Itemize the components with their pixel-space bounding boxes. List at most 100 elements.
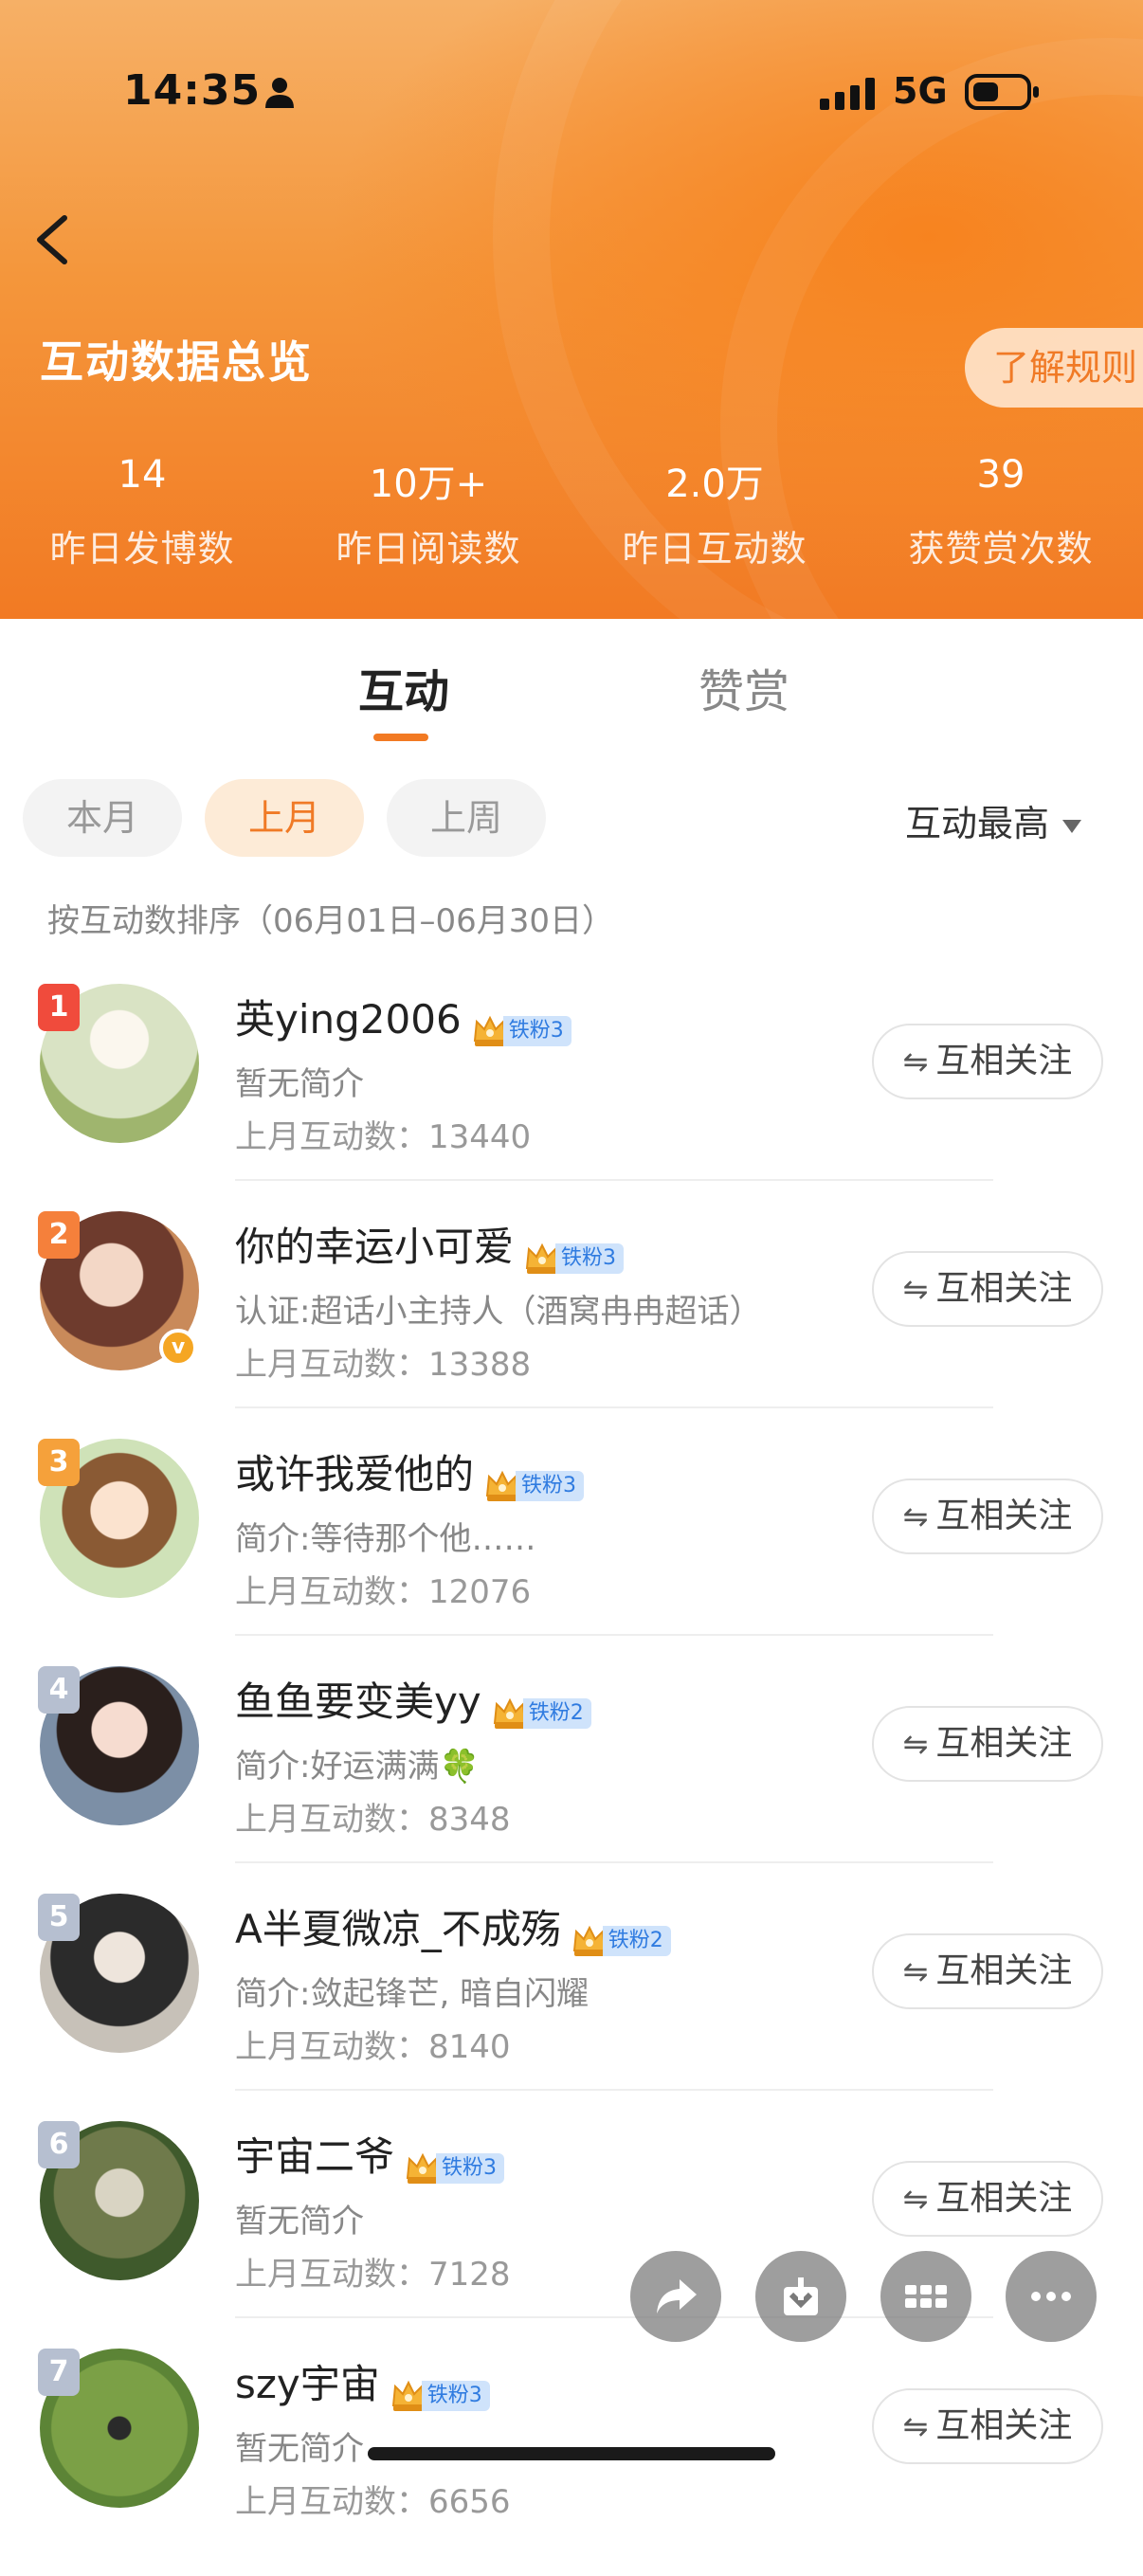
user-name[interactable]: 或许我爱他的 bbox=[235, 1451, 474, 1497]
mutual-arrows-icon: ⇋ bbox=[902, 1726, 929, 1762]
stat-value: 2.0万 bbox=[665, 463, 764, 506]
mutual-arrows-icon: ⇋ bbox=[902, 2181, 929, 2217]
sort-dropdown[interactable]: 互动最高 bbox=[905, 794, 1082, 846]
fan-badge: 铁粉3 bbox=[523, 1233, 625, 1274]
mutual-follow-button[interactable]: ⇋ 互相关注 bbox=[872, 1478, 1103, 1554]
mutual-follow-button[interactable]: ⇋ 互相关注 bbox=[872, 1251, 1103, 1327]
mutual-arrows-icon: ⇋ bbox=[902, 2408, 929, 2444]
download-icon bbox=[784, 2277, 818, 2315]
user-bio: 暂无简介 bbox=[235, 1065, 364, 1103]
user-name[interactable]: 鱼鱼要变美yy bbox=[235, 1678, 481, 1725]
follow-label: 互相关注 bbox=[935, 1951, 1073, 1990]
home-indicator bbox=[368, 2447, 775, 2460]
user-name-line: 鱼鱼要变美yy 铁粉2 bbox=[235, 1670, 591, 1729]
list-item[interactable]: 5 A半夏微凉_不成殇 铁粉2 简介:敛起锋芒, 暗自闪耀 上月互动数：8140 ⇋ 互相关… bbox=[0, 1894, 1143, 2121]
filter-last-month[interactable]: 上月 bbox=[205, 779, 364, 857]
fan-badge-label: 铁粉2 bbox=[602, 1926, 671, 1956]
stat-reads: 10万+ 昨日阅读数 bbox=[286, 453, 571, 571]
interaction-count: 上月互动数：13440 bbox=[235, 1118, 532, 1156]
mutual-follow-button[interactable]: ⇋ 互相关注 bbox=[872, 2161, 1103, 2237]
fan-badge-label: 铁粉3 bbox=[555, 1243, 625, 1274]
user-name-line: 宇宙二爷 铁粉3 bbox=[235, 2125, 505, 2184]
interaction-count: 上月互动数：8348 bbox=[235, 1801, 511, 1839]
list-item[interactable]: 1 英ying2006 铁粉3 暂无简介上月互动数：13440 ⇋ 互相关注 bbox=[0, 984, 1143, 1211]
share-icon bbox=[657, 2279, 697, 2313]
share-button[interactable] bbox=[630, 2251, 721, 2342]
download-button[interactable] bbox=[755, 2251, 846, 2342]
tab-interaction[interactable]: 互动 bbox=[358, 654, 449, 720]
list-item[interactable]: 2 v 你的幸运小可爱 铁粉3 认证:超话小主持人（酒窝冉冉超话） 上月互动数：13388… bbox=[0, 1211, 1143, 1439]
mutual-follow-button[interactable]: ⇋ 互相关注 bbox=[872, 2388, 1103, 2464]
rank-badge: 3 bbox=[38, 1439, 80, 1486]
more-button[interactable] bbox=[1006, 2251, 1097, 2342]
user-bio: 简介:好运满满🍀 bbox=[235, 1748, 480, 1786]
mutual-arrows-icon: ⇋ bbox=[902, 1498, 929, 1534]
interaction-count: 上月互动数：6656 bbox=[235, 2483, 511, 2521]
user-name[interactable]: 英ying2006 bbox=[235, 996, 462, 1043]
user-name[interactable]: 宇宙二爷 bbox=[235, 2133, 394, 2180]
fan-badge: 铁粉3 bbox=[483, 1460, 585, 1501]
rules-button[interactable]: 了解规则 bbox=[965, 328, 1143, 408]
page-title: 互动数据总览 bbox=[40, 336, 313, 388]
mutual-arrows-icon: ⇋ bbox=[902, 1271, 929, 1307]
stat-interactions: 2.0万 昨日互动数 bbox=[572, 453, 857, 571]
stat-value: 39 bbox=[976, 453, 1025, 497]
stat-value: 14 bbox=[118, 453, 167, 497]
verified-icon: v bbox=[159, 1329, 197, 1367]
user-name[interactable]: szy宇宙 bbox=[235, 2361, 380, 2407]
mutual-follow-button[interactable]: ⇋ 互相关注 bbox=[872, 1024, 1103, 1099]
stat-label: 昨日阅读数 bbox=[336, 528, 521, 570]
fan-badge-label: 铁粉3 bbox=[516, 1471, 585, 1501]
mutual-follow-button[interactable]: ⇋ 互相关注 bbox=[872, 1933, 1103, 2009]
sort-note: 按互动数排序（06月01日–06月30日） bbox=[47, 902, 615, 940]
fan-badge: 铁粉3 bbox=[404, 2143, 505, 2184]
interaction-count: 上月互动数：8140 bbox=[235, 2028, 511, 2066]
divider bbox=[235, 2089, 993, 2091]
rank-badge: 5 bbox=[38, 1894, 80, 1941]
user-bio: 暂无简介 bbox=[235, 2430, 364, 2468]
divider bbox=[235, 2316, 993, 2318]
list-item[interactable]: 7 szy宇宙 铁粉3 暂无简介上月互动数：6656 ⇋ 互相关注 bbox=[0, 2349, 1143, 2576]
user-bio: 简介:等待那个他…… bbox=[235, 1520, 536, 1558]
mutual-follow-button[interactable]: ⇋ 互相关注 bbox=[872, 1706, 1103, 1782]
fan-badge-label: 铁粉3 bbox=[436, 2153, 505, 2184]
header-banner: 14:35 5G 互动数据总览 了解规则 14 昨日发博数 10万+ 昨日阅读数… bbox=[0, 0, 1143, 619]
sort-label: 互动最高 bbox=[905, 803, 1050, 844]
rank-badge: 4 bbox=[38, 1666, 80, 1714]
stat-posts: 14 昨日发博数 bbox=[0, 453, 284, 571]
list-item[interactable]: 6 宇宙二爷 铁粉3 暂无简介 上月互动数：7128 ⇋ 互相关注 bbox=[0, 2121, 1143, 2349]
follow-label: 互相关注 bbox=[935, 1269, 1073, 1308]
person-icon bbox=[263, 76, 296, 114]
fan-badge: 铁粉3 bbox=[471, 1006, 572, 1046]
tab-tips[interactable]: 赞赏 bbox=[698, 654, 789, 720]
fan-badge: 铁粉3 bbox=[390, 2370, 490, 2411]
filter-last-week[interactable]: 上周 bbox=[387, 779, 546, 857]
divider bbox=[235, 1406, 993, 1408]
active-tab-indicator bbox=[373, 734, 428, 741]
mutual-arrows-icon: ⇋ bbox=[902, 1043, 929, 1079]
more-icon bbox=[1031, 2292, 1071, 2301]
list-item[interactable]: 3 或许我爱他的 铁粉3 简介:等待那个他…… 上月互动数：12076 ⇋ 互相关注 bbox=[0, 1439, 1143, 1666]
follow-label: 互相关注 bbox=[935, 1497, 1073, 1535]
user-bio: 简介:敛起锋芒, 暗自闪耀 bbox=[235, 1975, 590, 2013]
battery-icon bbox=[965, 72, 1041, 116]
user-name-line: 你的幸运小可爱 铁粉3 bbox=[235, 1215, 625, 1274]
stat-label: 获赞赏次数 bbox=[908, 528, 1094, 570]
user-name[interactable]: A半夏微凉_不成殇 bbox=[235, 1906, 561, 1952]
stat-label: 昨日互动数 bbox=[622, 528, 807, 570]
grid-icon bbox=[905, 2285, 947, 2308]
list-item[interactable]: 4 鱼鱼要变美yy 铁粉2 简介:好运满满🍀 上月互动数：8348 ⇋ 互相关注 bbox=[0, 1666, 1143, 1894]
fan-badge-label: 铁粉2 bbox=[522, 1698, 591, 1729]
user-name[interactable]: 你的幸运小可爱 bbox=[235, 1224, 514, 1270]
rank-badge: 7 bbox=[38, 2349, 80, 2396]
fan-badge: 铁粉2 bbox=[491, 1688, 591, 1729]
filter-this-month[interactable]: 本月 bbox=[23, 779, 182, 857]
rank-badge: 6 bbox=[38, 2121, 80, 2168]
grid-button[interactable] bbox=[880, 2251, 971, 2342]
follow-label: 互相关注 bbox=[935, 1724, 1073, 1763]
back-icon[interactable] bbox=[28, 207, 76, 273]
user-name-line: 或许我爱他的 铁粉3 bbox=[235, 1442, 585, 1501]
rank-badge: 1 bbox=[38, 984, 80, 1031]
status-time: 14:35 bbox=[123, 66, 262, 115]
user-bio: 暂无简介 bbox=[235, 2203, 364, 2240]
